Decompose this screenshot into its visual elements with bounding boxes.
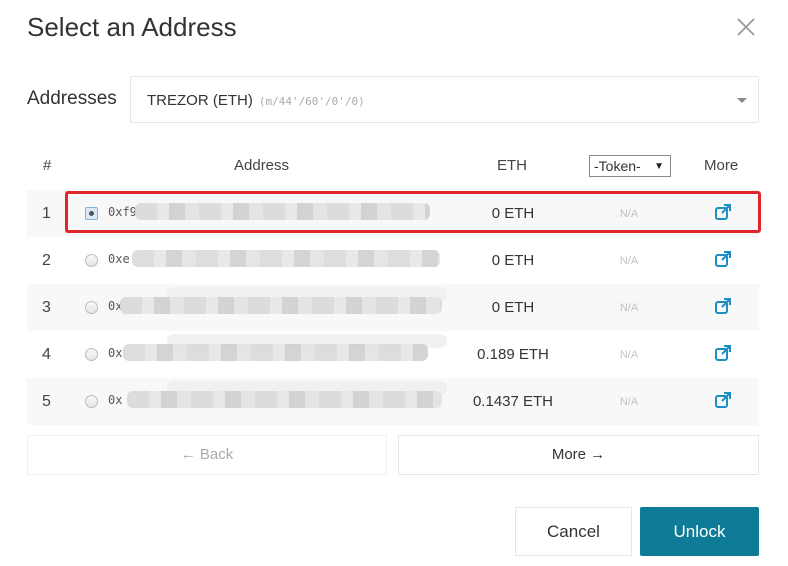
header-eth: ETH [497, 157, 527, 174]
addresses-label: Addresses [27, 88, 117, 109]
row-number: 3 [42, 299, 51, 316]
header-num: # [43, 157, 52, 174]
token-select[interactable]: -Token- ▼ [589, 155, 671, 177]
dropdown-arrow-icon: ▼ [654, 161, 664, 172]
token-balance: N/A [619, 208, 639, 220]
wallet-path-value: TREZOR (ETH) (m/44'/60'/0'/0) [147, 92, 365, 109]
eth-balance: 0.189 ETH [477, 346, 549, 363]
table-row[interactable]: 1 0xf9 0 ETH N/A [27, 190, 759, 237]
eth-balance: 0.1437 ETH [472, 393, 554, 410]
unlock-button[interactable]: Unlock [640, 507, 759, 556]
address-radio[interactable] [85, 395, 98, 408]
back-button[interactable]: ← Back [27, 435, 387, 475]
row-number: 1 [42, 205, 51, 222]
eth-balance: 0 ETH [491, 252, 535, 269]
external-link-icon[interactable] [714, 391, 732, 409]
token-balance: N/A [619, 255, 639, 267]
address-table: # Address ETH -Token- ▼ More 1 0xf9 0 ET… [27, 145, 759, 425]
header-address: Address [234, 157, 290, 174]
address-radio[interactable] [85, 254, 98, 267]
redacted-address [127, 391, 442, 408]
external-link-icon[interactable] [714, 344, 732, 362]
table-row[interactable]: 4 0x 0.189 ETH N/A [27, 331, 759, 378]
address-text[interactable]: 0x [108, 346, 122, 360]
header-more: More [704, 157, 739, 174]
redacted-address [123, 344, 428, 361]
eth-balance: 0 ETH [491, 205, 535, 222]
address-radio[interactable] [85, 348, 98, 361]
table-row[interactable]: 2 0xe 0 ETH N/A [27, 237, 759, 284]
token-select-value: -Token- [594, 158, 641, 174]
address-text[interactable]: 0xe [108, 252, 130, 266]
wallet-name: TREZOR (ETH) [147, 92, 253, 109]
address-radio[interactable] [85, 301, 98, 314]
cancel-button[interactable]: Cancel [515, 507, 632, 556]
external-link-icon[interactable] [714, 203, 732, 221]
eth-balance: 0 ETH [491, 299, 535, 316]
token-balance: N/A [619, 349, 639, 361]
row-number: 2 [42, 252, 51, 269]
redacted-address [132, 250, 440, 267]
table-row[interactable]: 5 0x 0.1437 ETH N/A [27, 378, 759, 425]
address-text[interactable]: 0xf9 [108, 205, 137, 219]
more-button[interactable]: More → [398, 435, 759, 475]
token-balance: N/A [619, 302, 639, 314]
row-number: 5 [42, 393, 51, 410]
chevron-down-icon [737, 98, 747, 103]
redacted-address [135, 203, 430, 220]
address-text[interactable]: 0x [108, 393, 122, 407]
redacted-address [120, 297, 442, 314]
external-link-icon[interactable] [714, 297, 732, 315]
token-balance: N/A [619, 396, 639, 408]
wallet-path-select[interactable]: TREZOR (ETH) (m/44'/60'/0'/0) [130, 76, 759, 123]
derivation-path: (m/44'/60'/0'/0) [258, 95, 365, 108]
address-radio[interactable] [85, 207, 98, 220]
table-header: # Address ETH -Token- ▼ More [27, 145, 759, 190]
dialog-title: Select an Address [27, 12, 237, 42]
table-row[interactable]: 3 0x 0 ETH N/A [27, 284, 759, 331]
external-link-icon[interactable] [714, 250, 732, 268]
close-icon[interactable] [735, 16, 757, 38]
row-number: 4 [42, 346, 51, 363]
